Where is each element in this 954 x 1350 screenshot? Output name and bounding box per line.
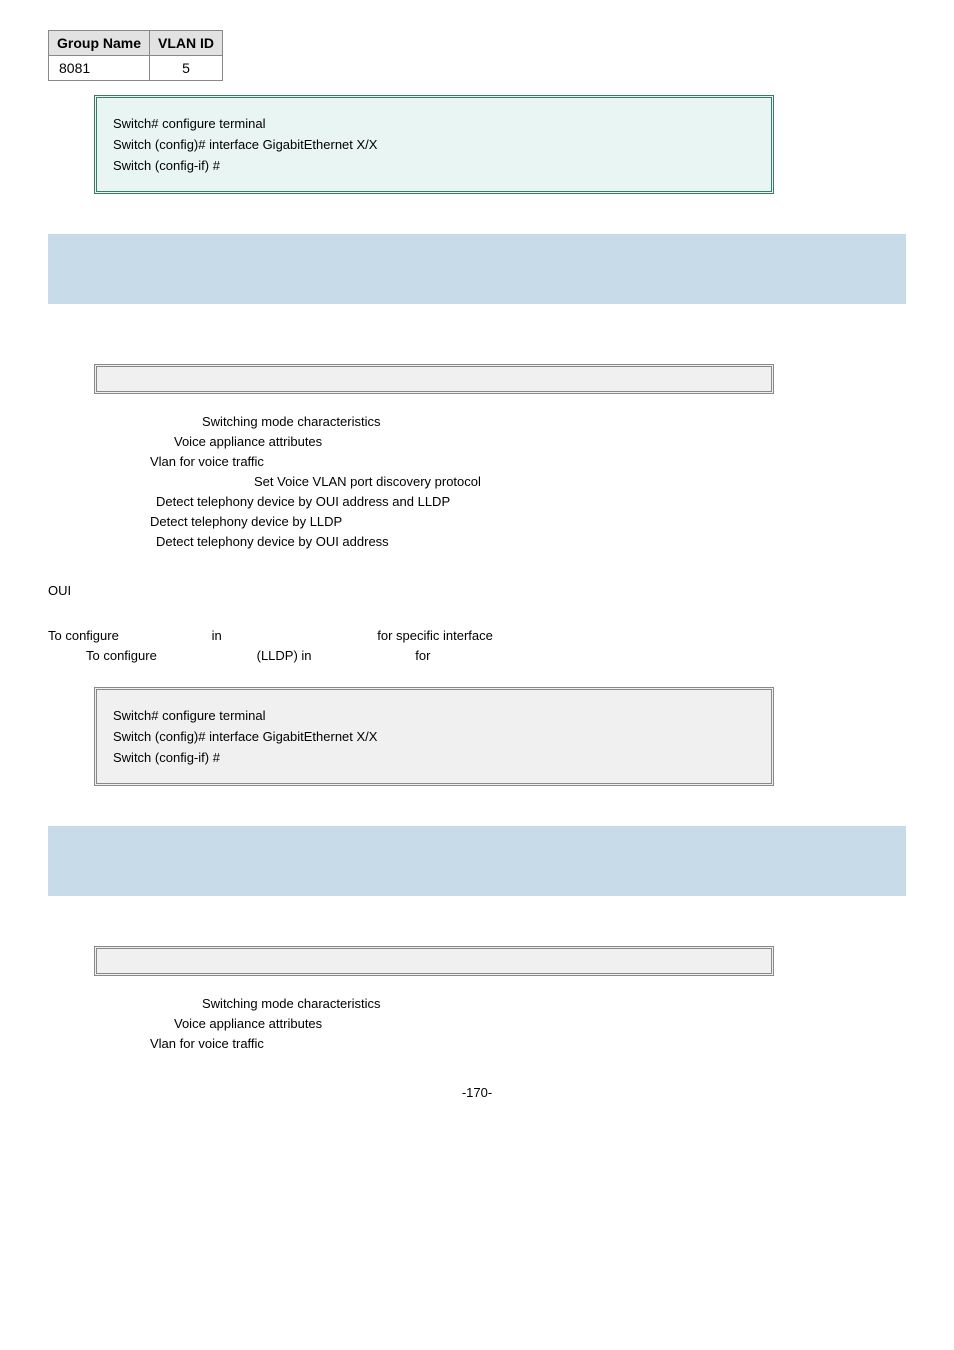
desc-line: Detect telephony device by LLDP bbox=[94, 514, 906, 529]
page-number: -170- bbox=[48, 1085, 906, 1100]
th-vlan: VLAN ID bbox=[150, 31, 223, 56]
desc-line: Vlan for voice traffic bbox=[94, 1036, 906, 1051]
cli-line: Switch# configure terminal bbox=[113, 116, 755, 131]
td-group: 8081 bbox=[49, 56, 150, 81]
cli-box-1: Switch# configure terminal Switch (confi… bbox=[94, 95, 774, 194]
cli-box-2: Switch# configure terminal Switch (confi… bbox=[94, 687, 774, 786]
usage-text: in bbox=[212, 628, 374, 643]
usage-line: To configure (LLDP) in for bbox=[48, 648, 906, 663]
oui-label: OUI bbox=[48, 583, 906, 598]
desc-line: Vlan for voice traffic bbox=[94, 454, 906, 469]
th-group: Group Name bbox=[49, 31, 150, 56]
td-vlan: 5 bbox=[150, 56, 223, 81]
usage-text: To configure bbox=[48, 648, 253, 663]
section-header-2 bbox=[48, 826, 906, 896]
desc-block-2: Switching mode characteristics Voice app… bbox=[94, 996, 906, 1051]
syntax-box-1 bbox=[94, 364, 774, 394]
syntax-box-2 bbox=[94, 946, 774, 976]
cli-line: Switch (config)# interface GigabitEthern… bbox=[113, 137, 755, 152]
desc-line: Detect telephony device by OUI address a… bbox=[94, 494, 906, 509]
usage-text: for specific interface bbox=[377, 628, 493, 643]
cli-line: Switch# configure terminal bbox=[113, 708, 755, 723]
desc-line: Detect telephony device by OUI address bbox=[94, 534, 906, 549]
desc-block-1: Switching mode characteristics Voice app… bbox=[94, 414, 906, 549]
desc-line: Voice appliance attributes bbox=[94, 434, 906, 449]
usage-text: To configure bbox=[48, 628, 208, 643]
usage-line: To configure in for specific interface bbox=[48, 628, 906, 643]
section-header-1 bbox=[48, 234, 906, 304]
usage-block: To configure in for specific interface T… bbox=[48, 628, 906, 663]
usage-text: (LLDP) in bbox=[257, 648, 412, 663]
cli-line: Switch (config)# interface GigabitEthern… bbox=[113, 729, 755, 744]
group-vlan-table: Group Name VLAN ID 8081 5 bbox=[48, 30, 223, 81]
desc-line: Set Voice VLAN port discovery protocol bbox=[94, 474, 906, 489]
cli-line: Switch (config-if) # bbox=[113, 750, 755, 765]
table-row: 8081 5 bbox=[49, 56, 223, 81]
cli-line: Switch (config-if) # bbox=[113, 158, 755, 173]
usage-text: for bbox=[415, 648, 430, 663]
desc-line: Switching mode characteristics bbox=[94, 996, 906, 1011]
desc-line: Switching mode characteristics bbox=[94, 414, 906, 429]
desc-line: Voice appliance attributes bbox=[94, 1016, 906, 1031]
